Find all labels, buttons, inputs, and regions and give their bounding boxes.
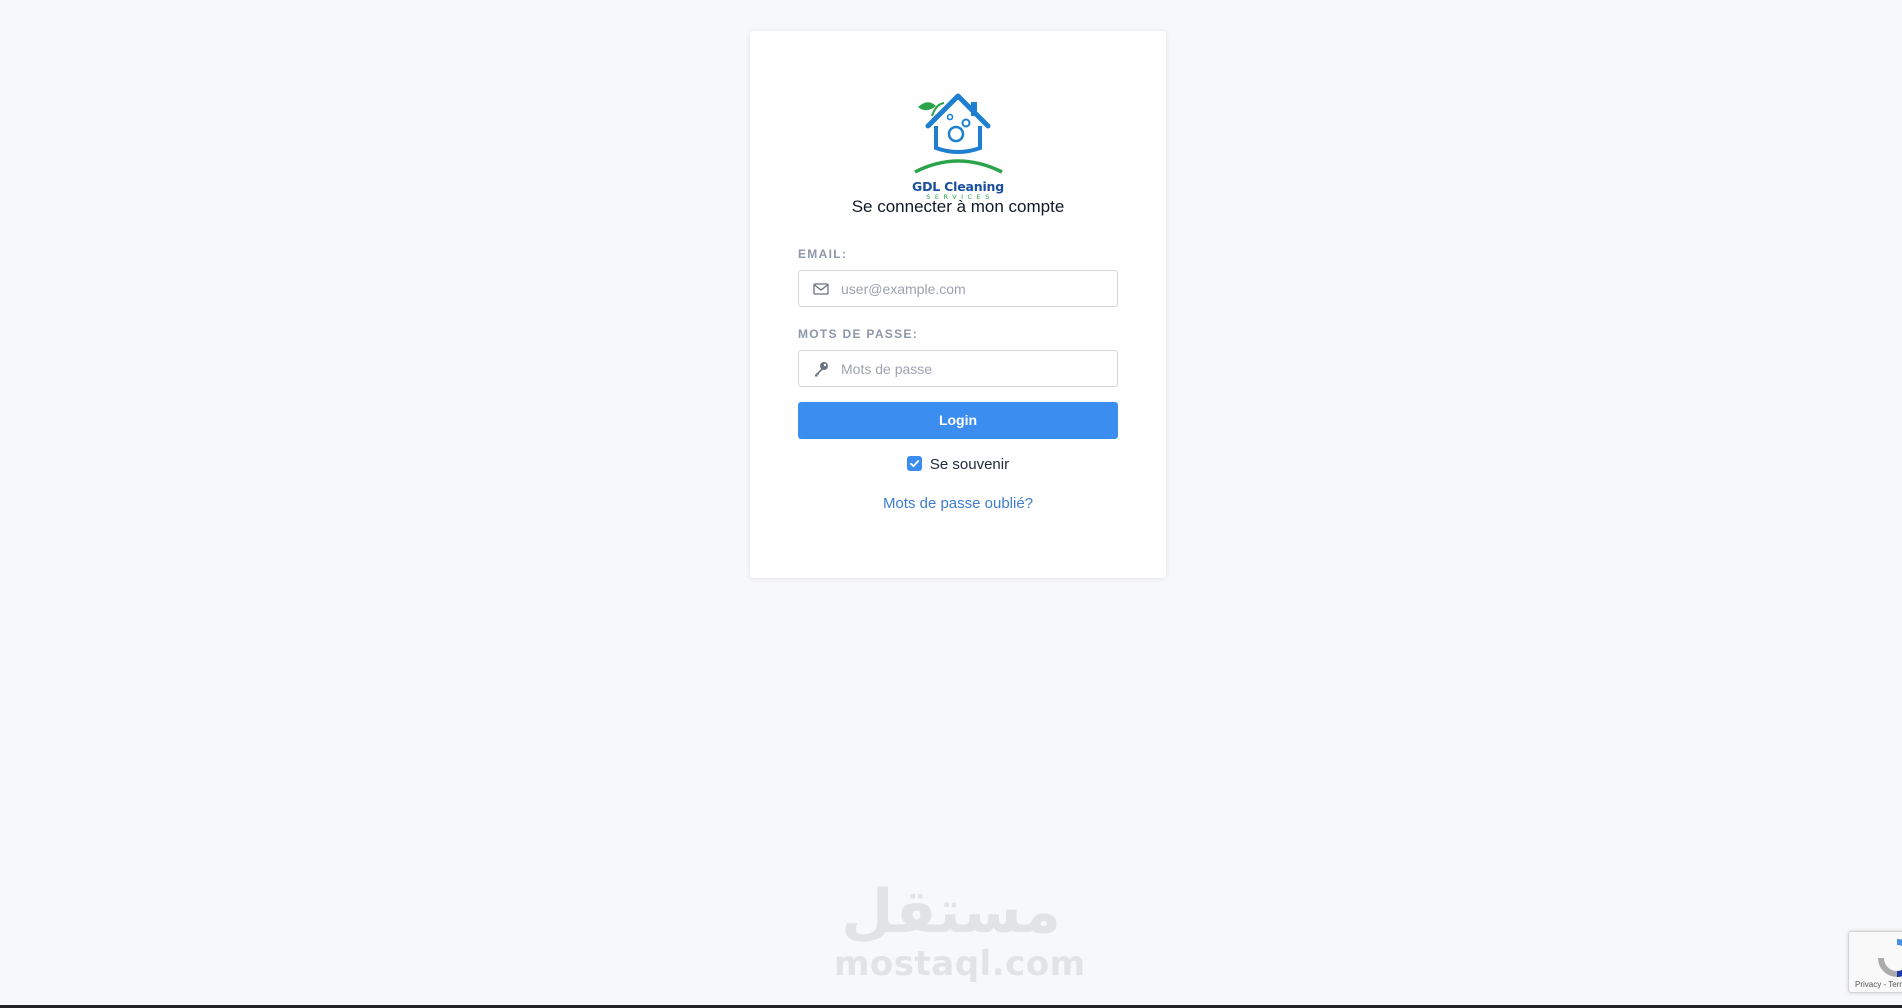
recaptcha-text[interactable]: Privacy - Terms	[1855, 980, 1902, 989]
envelope-icon	[813, 281, 829, 297]
password-label: MOTS DE PASSE:	[798, 327, 918, 341]
recaptcha-badge[interactable]: Privacy - Terms	[1848, 931, 1902, 993]
key-icon	[813, 361, 829, 377]
logo-name: GDL Cleaning	[912, 179, 1004, 194]
forgot-password-link[interactable]: Mots de passe oublié?	[750, 495, 1166, 512]
remember-label: Se souvenir	[929, 456, 1010, 473]
login-button[interactable]: Login	[798, 402, 1118, 439]
watermark-arabic: مستقل	[841, 877, 1061, 947]
login-card: GDL Cleaning SERVICES Se connecter à mon…	[750, 31, 1166, 578]
page-title: Se connecter à mon compte	[851, 197, 1065, 216]
password-field-wrapper[interactable]	[798, 350, 1118, 387]
email-field-wrapper[interactable]	[798, 270, 1118, 307]
watermark: مستقل mostaql.com	[834, 877, 1086, 990]
watermark-latin: mostaql.com	[834, 944, 1086, 984]
check-icon	[909, 460, 919, 468]
email-label: EMAIL:	[798, 247, 848, 261]
remember-me[interactable]: Se souvenir	[750, 456, 1166, 473]
recaptcha-icon	[1878, 939, 1902, 977]
password-input[interactable]	[841, 351, 1111, 386]
brand-logo: GDL Cleaning SERVICES	[910, 86, 1006, 204]
email-input[interactable]	[841, 271, 1111, 306]
house-logo-icon	[914, 93, 1003, 174]
remember-checkbox[interactable]	[906, 456, 922, 471]
